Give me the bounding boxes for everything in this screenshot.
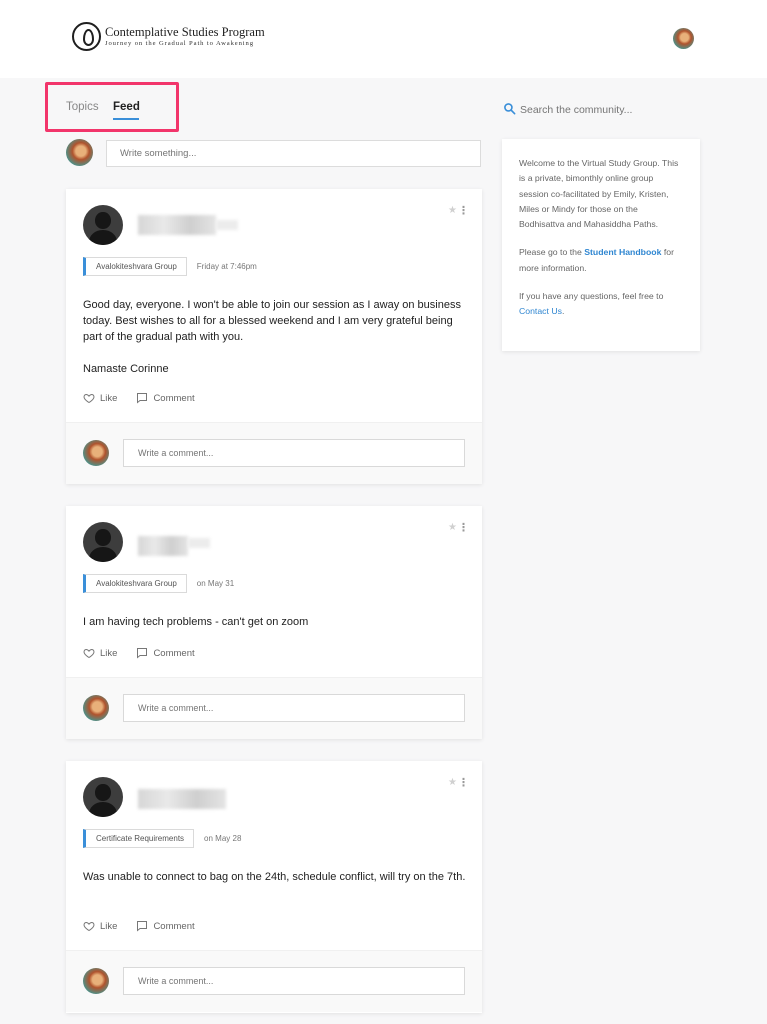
author-name-redacted [138,215,216,235]
post-timestamp[interactable]: Friday at 7:46pm [197,262,257,271]
post-card: ★ ⋮ Certificate Requirements on May 28 W… [66,761,482,1013]
logo-title: Contemplative Studies Program [105,24,265,39]
comment-label: Comment [153,920,195,932]
comment-button[interactable]: Comment [136,920,195,932]
author-name-redacted [138,536,188,556]
post-card: ★ ⋮ Avalokiteshvara Group Friday at 7:46… [66,189,482,484]
composer-avatar [66,139,93,166]
search-icon[interactable] [503,102,516,115]
author-avatar[interactable] [83,522,123,562]
site-logo[interactable]: Contemplative Studies Program Journey on… [72,22,265,51]
user-avatar[interactable] [673,28,694,49]
comment-input[interactable] [123,439,465,467]
like-button[interactable]: Like [83,392,117,404]
flame-logo-icon [72,22,101,51]
comment-label: Comment [153,647,195,659]
student-handbook-link[interactable]: Student Handbook [584,247,661,257]
heart-icon [83,648,95,659]
search-community-input[interactable] [520,101,700,118]
author-avatar[interactable] [83,777,123,817]
post-signature: Namaste Corinne [83,363,169,375]
post-timestamp[interactable]: on May 28 [204,834,241,843]
comment-input[interactable] [123,694,465,722]
commenter-avatar [83,695,109,721]
about-intro: Welcome to the Virtual Study Group. This… [519,158,679,230]
star-icon[interactable]: ★ [448,777,457,788]
post-card: ★ ⋮ Avalokiteshvara Group on May 31 I am… [66,506,482,739]
comment-button[interactable]: Comment [136,647,195,659]
star-icon[interactable]: ★ [448,522,457,533]
author-avatar[interactable] [83,205,123,245]
post-timestamp[interactable]: on May 31 [197,579,234,588]
comment-icon [137,393,148,404]
commenter-avatar [83,968,109,994]
logo-subtitle: Journey on the Gradual Path to Awakening [105,39,254,47]
about-card: Welcome to the Virtual Study Group. This… [502,139,700,351]
like-button[interactable]: Like [83,920,117,932]
star-icon[interactable]: ★ [448,205,457,216]
post-body: I am having tech problems - can't get on… [83,616,309,628]
comment-area [66,422,482,484]
contact-us-link[interactable]: Contact Us [519,306,562,316]
like-button[interactable]: Like [83,647,117,659]
author-name-redacted [138,789,226,809]
group-tag[interactable]: Certificate Requirements [83,829,195,848]
commenter-avatar [83,440,109,466]
group-tag[interactable]: Avalokiteshvara Group [83,257,187,276]
comment-icon [137,921,148,932]
comment-area [66,950,482,1012]
top-bar: Contemplative Studies Program Journey on… [0,0,767,78]
post-body: Was unable to connect to bag on the 24th… [83,871,466,883]
more-options-icon[interactable]: ⋮ [458,776,469,789]
heart-icon [83,393,95,404]
write-something-input[interactable] [106,140,481,167]
comment-icon [137,648,148,659]
comment-label: Comment [153,392,195,404]
like-label: Like [100,647,118,659]
tab-topics[interactable]: Topics [66,101,99,113]
more-options-icon[interactable]: ⋮ [458,521,469,534]
like-label: Like [100,392,118,404]
comment-input[interactable] [123,967,465,995]
like-label: Like [100,920,118,932]
tab-feed[interactable]: Feed [113,101,140,113]
post-body: Good day, everyone. I won't be able to j… [83,299,461,343]
more-options-icon[interactable]: ⋮ [458,204,469,217]
comment-area [66,677,482,739]
comment-button[interactable]: Comment [136,392,195,404]
heart-icon [83,921,95,932]
active-tab-indicator [113,118,139,120]
group-tag[interactable]: Avalokiteshvara Group [83,574,187,593]
